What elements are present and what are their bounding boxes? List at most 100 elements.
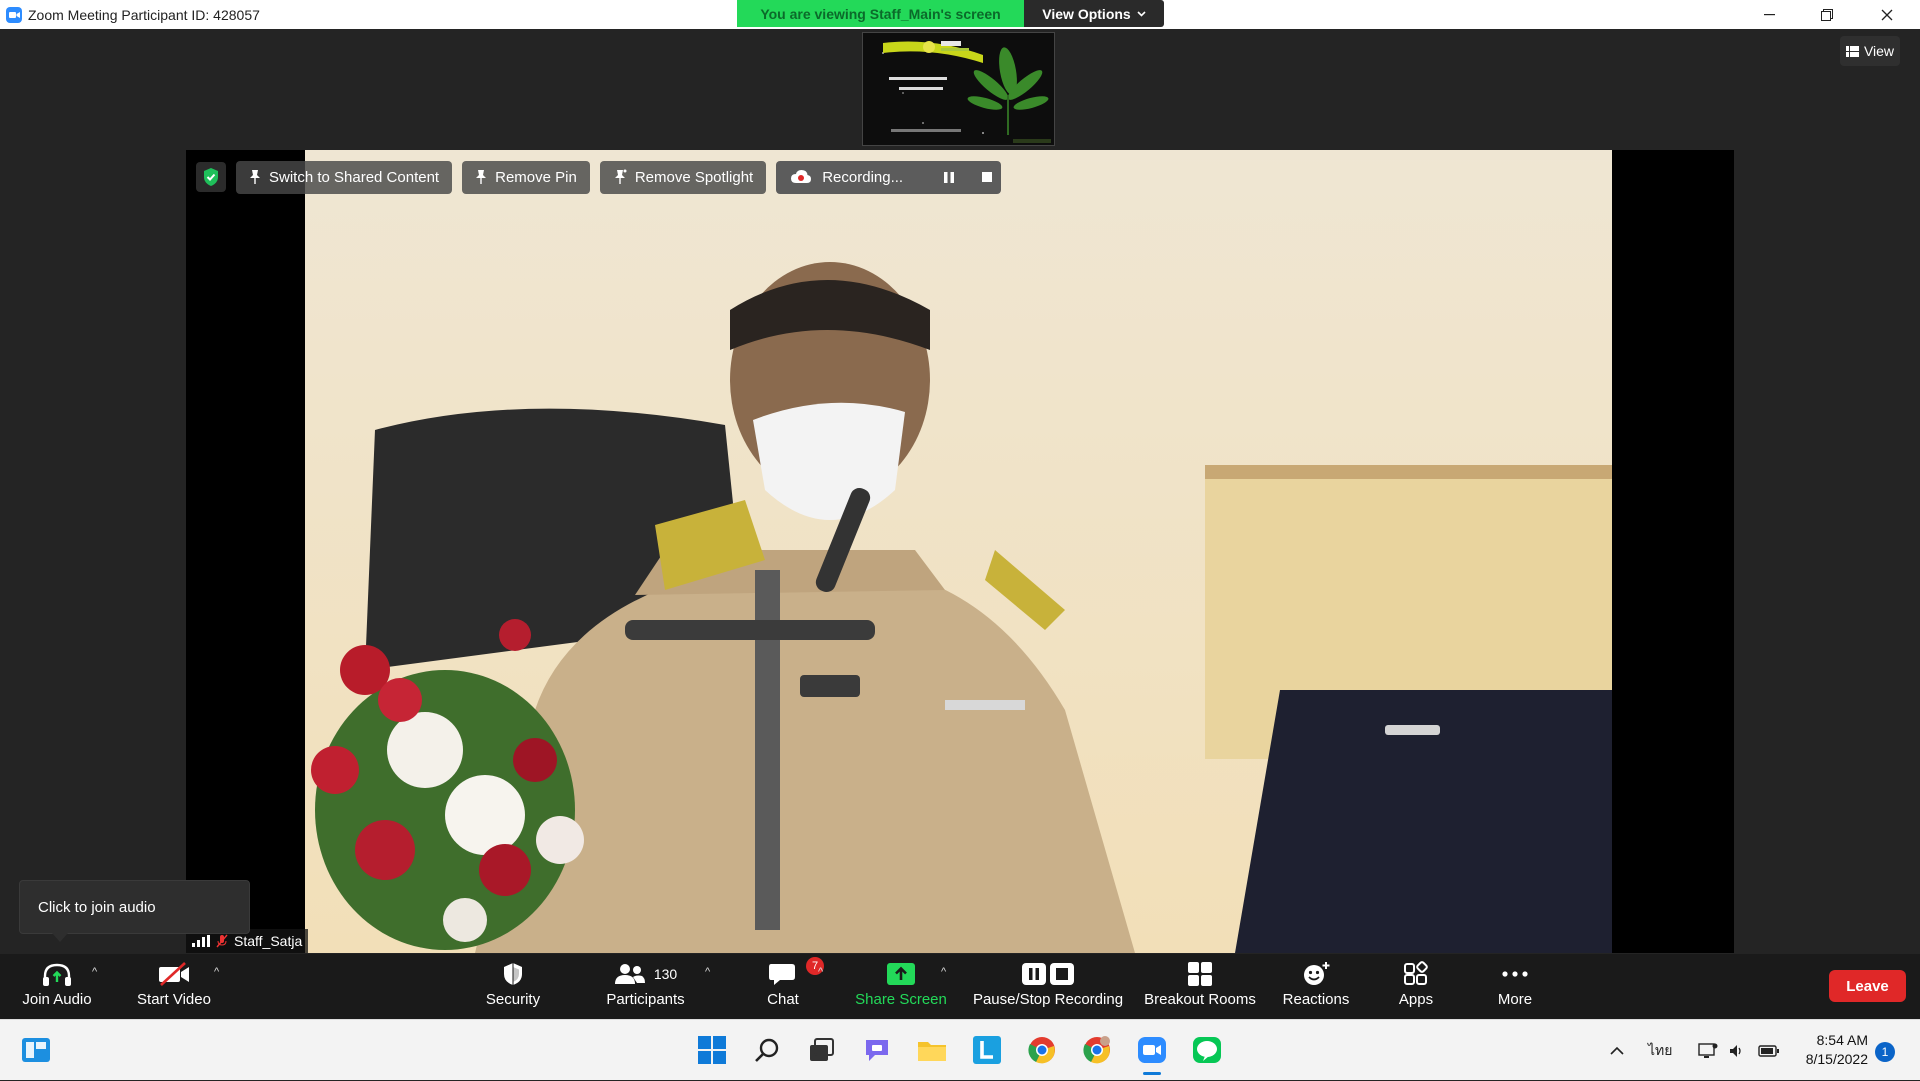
- headphones-icon: [43, 963, 71, 986]
- network-icon: [1698, 1042, 1718, 1058]
- pause-stop-recording-label: Pause/Stop Recording: [972, 991, 1124, 1008]
- restore-icon: [1821, 8, 1833, 21]
- view-options-label: View Options: [1042, 5, 1131, 22]
- more-dots-icon: [1502, 971, 1528, 977]
- battery-button[interactable]: [1758, 1020, 1780, 1081]
- close-icon: [1881, 9, 1893, 20]
- windows-taskbar: ไทย 8:54 AM 8/15/2022 1: [0, 1019, 1920, 1080]
- input-language-indicator[interactable]: ไทย: [1648, 1020, 1672, 1081]
- clock-date: 8/15/2022: [1805, 1051, 1868, 1067]
- participants-icon: [614, 964, 645, 984]
- folder-icon: [918, 1042, 946, 1061]
- remove-pin-button[interactable]: Remove Pin: [462, 160, 590, 194]
- participant-name: Staff_Satja: [234, 933, 303, 949]
- share-screen-button[interactable]: Share Screen: [853, 954, 949, 1019]
- join-audio-button[interactable]: Join Audio: [15, 954, 99, 1019]
- spotlight-pin-icon: [614, 169, 627, 184]
- video-stage: [186, 150, 1734, 953]
- grid-view-icon: [1845, 45, 1859, 57]
- participants-button[interactable]: 130 Participants: [597, 954, 694, 1019]
- task-view-button[interactable]: [805, 1033, 839, 1067]
- zoom-taskbar-button[interactable]: [1135, 1033, 1169, 1067]
- share-screen-label: Share Screen: [855, 991, 947, 1008]
- recording-label: Recording...: [822, 168, 904, 186]
- breakout-rooms-label: Breakout Rooms: [1144, 991, 1256, 1008]
- l-app-button[interactable]: [970, 1033, 1004, 1067]
- security-button[interactable]: Security: [473, 954, 553, 1019]
- audio-options-caret[interactable]: ^: [92, 966, 97, 978]
- video-options-caret[interactable]: ^: [214, 966, 219, 978]
- leave-button[interactable]: Leave: [1829, 970, 1906, 1002]
- pause-icon: [944, 171, 955, 183]
- shared-screen-thumbnail[interactable]: [862, 32, 1055, 146]
- restore-button[interactable]: [1798, 0, 1856, 29]
- window-title: Zoom Meeting Participant ID: 428057: [28, 6, 260, 23]
- switch-to-shared-content-button[interactable]: Switch to Shared Content: [236, 160, 453, 194]
- l-app-icon: [973, 1036, 1001, 1064]
- apps-icon: [1404, 961, 1428, 985]
- participant-count: 130: [653, 966, 678, 982]
- volume-button[interactable]: [1728, 1020, 1744, 1081]
- close-button[interactable]: [1858, 0, 1916, 29]
- chrome-icon: [1028, 1037, 1055, 1064]
- pin-icon: [476, 170, 487, 184]
- view-options-button[interactable]: View Options: [1024, 0, 1164, 27]
- chevron-up-icon: [1610, 1046, 1624, 1055]
- pin-icon: [250, 170, 260, 184]
- share-options-caret[interactable]: ^: [941, 966, 946, 978]
- reactions-button[interactable]: Reactions: [1278, 954, 1354, 1019]
- windows-start-button[interactable]: [695, 1033, 729, 1067]
- line-app-button[interactable]: [1190, 1033, 1224, 1067]
- join-audio-tooltip-text: Click to join audio: [38, 898, 156, 916]
- teams-chat-icon: [866, 1040, 888, 1061]
- remove-spotlight-button[interactable]: Remove Spotlight: [599, 160, 767, 194]
- teams-chat-button[interactable]: [860, 1033, 894, 1067]
- pause-stop-recording-button[interactable]: Pause/Stop Recording: [970, 954, 1126, 1019]
- file-explorer-button[interactable]: [915, 1033, 949, 1067]
- chrome-profile-button[interactable]: [1080, 1033, 1114, 1067]
- pause-recording-button[interactable]: [935, 161, 963, 194]
- start-video-button[interactable]: Start Video: [129, 954, 219, 1019]
- video-off-icon: [159, 962, 189, 986]
- clock-time: 8:54 AM: [1816, 1032, 1868, 1048]
- taskbar-clock[interactable]: 8:54 AM 8/15/2022: [1783, 1031, 1868, 1069]
- taskbar-search-button[interactable]: [750, 1033, 784, 1067]
- zoom-app-icon: [6, 6, 22, 23]
- encryption-shield-button[interactable]: [196, 162, 226, 192]
- join-audio-tooltip: Click to join audio: [19, 880, 250, 942]
- view-layout-label: View: [1863, 43, 1895, 59]
- chat-button[interactable]: 7 Chat: [750, 954, 824, 1019]
- minimize-button[interactable]: [1740, 0, 1798, 29]
- more-button[interactable]: More: [1489, 954, 1541, 1019]
- network-button[interactable]: [1698, 1020, 1718, 1081]
- participants-options-caret[interactable]: ^: [705, 966, 710, 978]
- shared-slide-image: [863, 33, 1054, 145]
- reactions-label: Reactions: [1282, 991, 1350, 1008]
- apps-label: Apps: [1398, 991, 1434, 1008]
- task-view-icon: [810, 1038, 834, 1061]
- minimize-icon: [1763, 13, 1775, 15]
- chat-options-caret[interactable]: ^: [818, 966, 823, 978]
- stop-recording-button[interactable]: [973, 161, 1001, 194]
- view-layout-button[interactable]: View: [1840, 36, 1900, 66]
- chrome-button[interactable]: [1025, 1033, 1059, 1067]
- meeting-toolbar: Join Audio ^ Start Video ^ Security 130 …: [0, 954, 1920, 1019]
- remove-pin-label: Remove Pin: [495, 168, 577, 186]
- search-icon: [755, 1038, 779, 1062]
- security-label: Security: [485, 991, 541, 1008]
- zoom-icon: [1138, 1037, 1166, 1063]
- start-video-label: Start Video: [137, 991, 211, 1008]
- start-menu-button[interactable]: [19, 1033, 53, 1067]
- stop-icon: [982, 172, 993, 182]
- apps-button[interactable]: Apps: [1391, 954, 1441, 1019]
- speaker-video[interactable]: [305, 150, 1612, 953]
- chevron-down-icon: [1137, 10, 1146, 17]
- show-hidden-icons-button[interactable]: [1610, 1020, 1624, 1081]
- notification-count-badge[interactable]: 1: [1875, 1042, 1895, 1062]
- viewing-status-text: You are viewing Staff_Main's screen: [737, 0, 1024, 27]
- speaker-video-frame: [305, 150, 1612, 953]
- join-audio-label: Join Audio: [22, 991, 92, 1008]
- chat-bubble-icon: [769, 964, 795, 985]
- switch-to-shared-content-label: Switch to Shared Content: [269, 168, 440, 186]
- breakout-rooms-button[interactable]: Breakout Rooms: [1142, 954, 1258, 1019]
